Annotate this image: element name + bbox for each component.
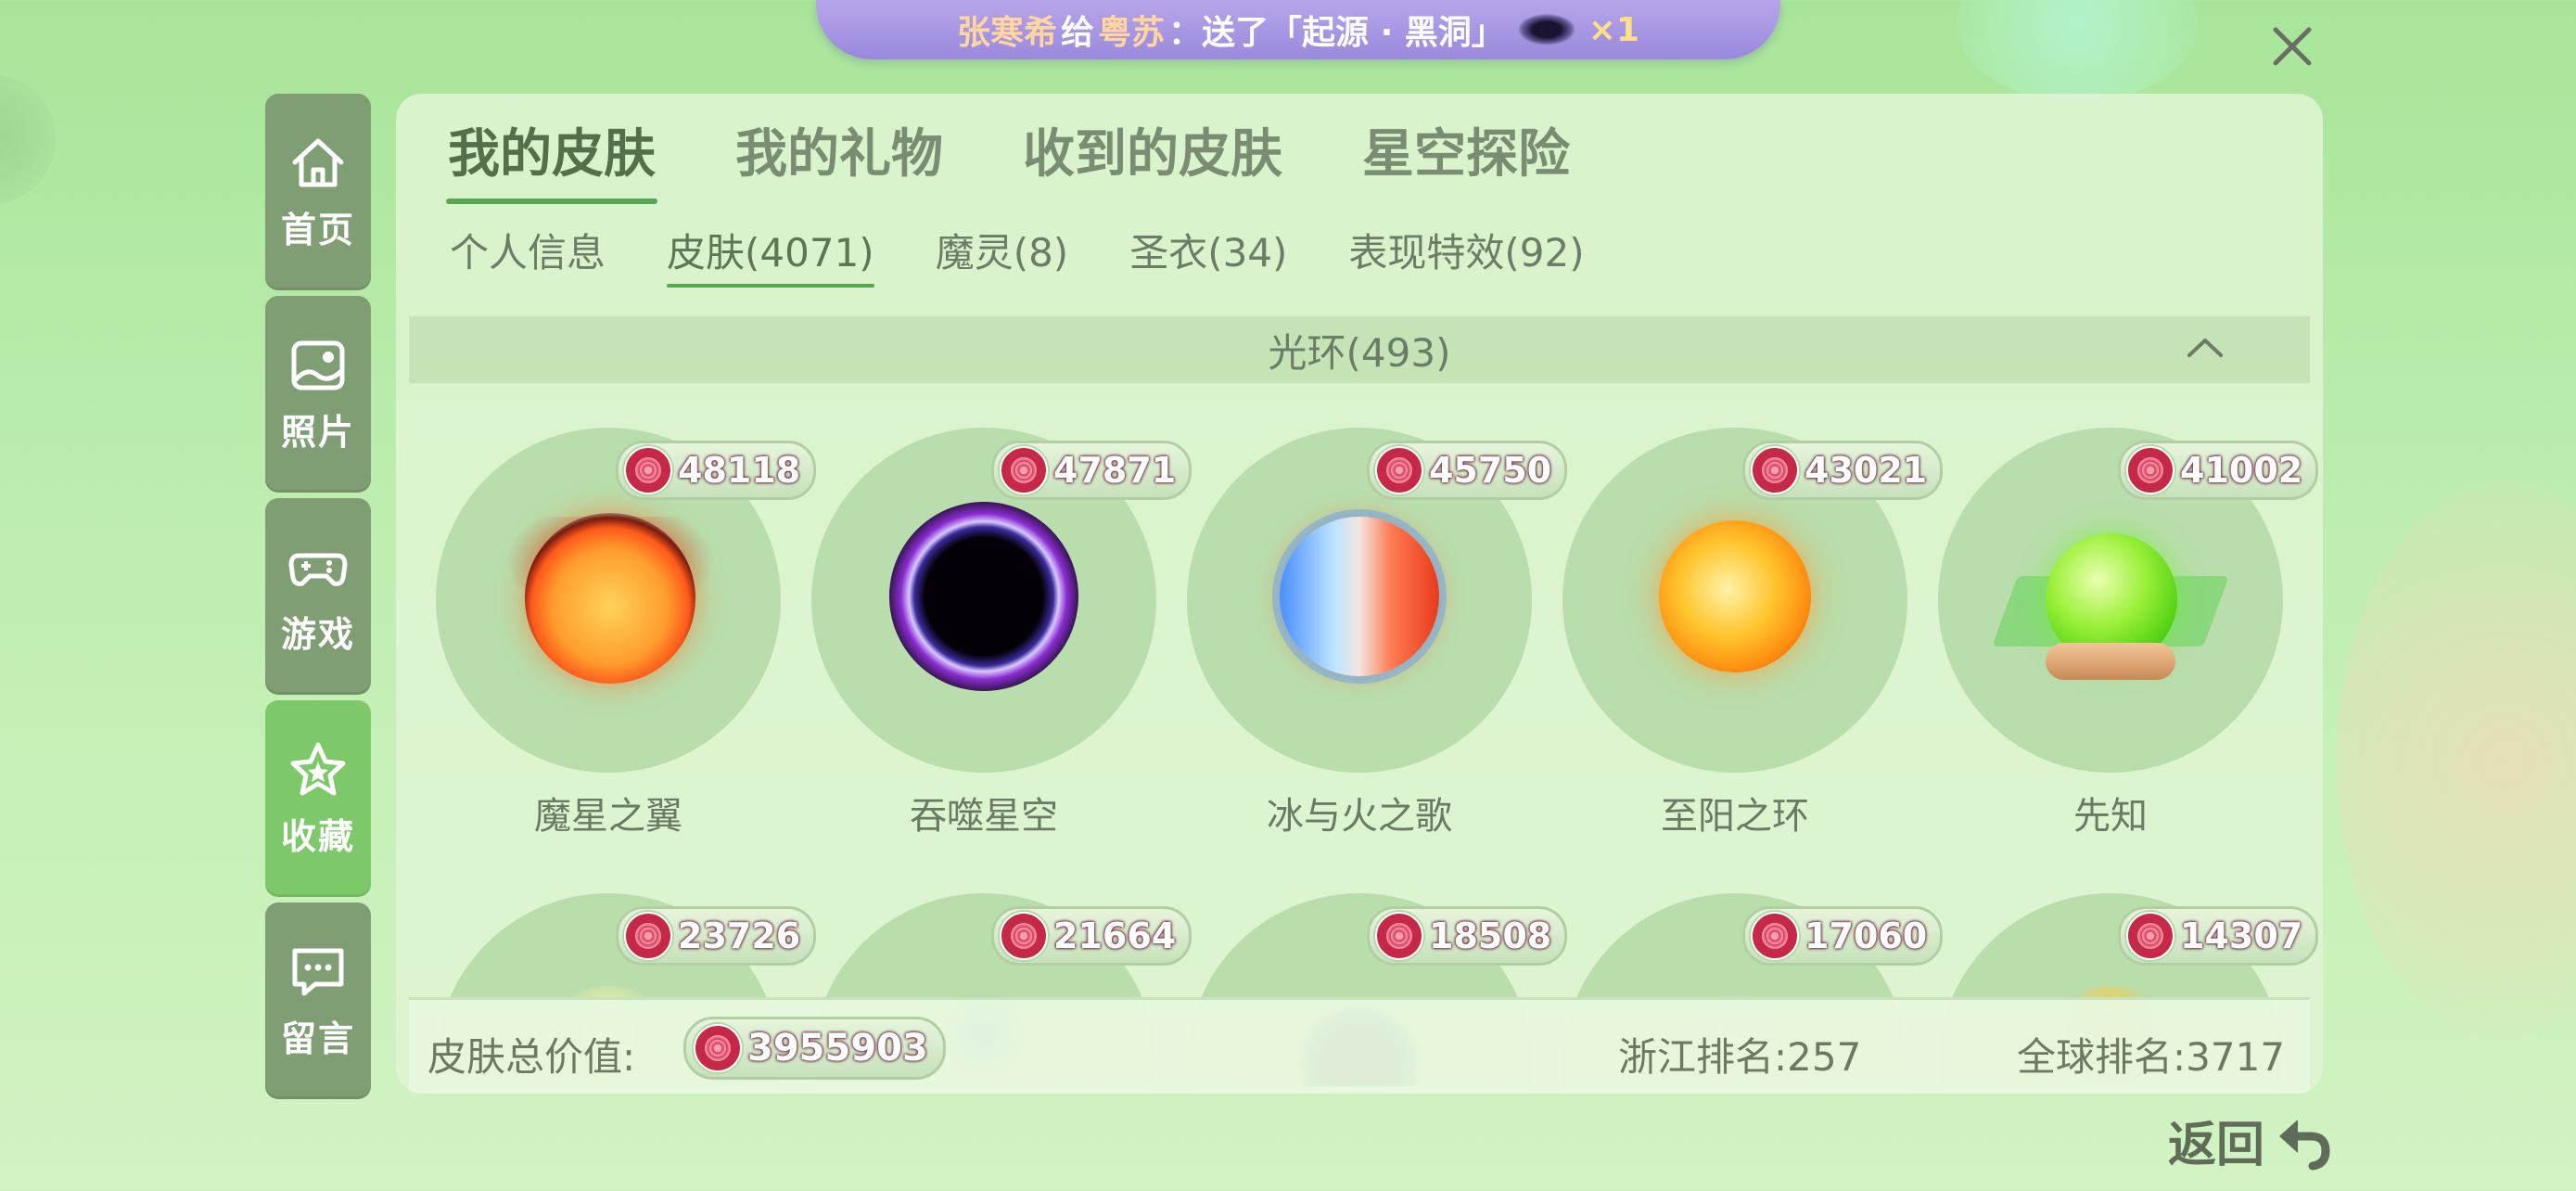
sidebar: 首页 照片 游戏 收藏 留言: [265, 94, 371, 1105]
sidebar-item-messages[interactable]: 留言: [265, 903, 371, 1099]
skin-price-badge: 18508: [1367, 906, 1568, 966]
sidebar-item-label: 留言: [280, 1018, 355, 1059]
subtab-profile[interactable]: 个人信息: [450, 222, 606, 278]
skin-price: 45750: [1429, 450, 1552, 491]
candy-icon: [1000, 446, 1048, 494]
total-value-label: 皮肤总价值:: [427, 1034, 636, 1080]
main-panel: 我的皮肤 我的礼物 收到的皮肤 星空探险 个人信息 皮肤(4071) 魔灵(8)…: [396, 94, 2323, 1094]
tab-star-adventure[interactable]: 星空探险: [1362, 112, 1570, 187]
candy-icon: [2126, 912, 2174, 960]
tab-received-skins[interactable]: 收到的皮肤: [1023, 112, 1282, 187]
tab-my-gifts[interactable]: 我的礼物: [735, 112, 943, 187]
skin-price: 41002: [2180, 450, 2303, 491]
skin-price: 21664: [1053, 916, 1177, 956]
skin-name: 先知: [2073, 795, 2148, 838]
candy-icon: [1751, 912, 1799, 960]
close-icon: [2273, 27, 2312, 66]
skin-price: 14307: [2180, 916, 2303, 956]
skin-price-badge: 17060: [1742, 906, 1944, 966]
skin-art: [1280, 517, 1439, 676]
sidebar-item-label: 收藏: [280, 815, 355, 857]
skin-price-badge: 23726: [616, 906, 817, 966]
skin-name: 吞噬星空: [910, 795, 1058, 838]
photo-icon: [291, 340, 345, 390]
skin-art: [525, 513, 695, 684]
province-rank: 浙江排名:257: [1618, 1034, 1862, 1080]
section-header-halo[interactable]: 光环(493): [409, 316, 2310, 383]
skin-price: 48118: [678, 450, 801, 491]
background-glow: [0, 74, 56, 204]
background-glow: [1957, 0, 2198, 102]
section-title: 光环(493): [1268, 329, 1451, 376]
skin-price: 18508: [1429, 916, 1552, 956]
sidebar-item-home[interactable]: 首页: [265, 94, 371, 290]
skin-name: 魔星之翼: [534, 795, 682, 838]
skin-price-badge: 48118: [616, 441, 817, 500]
candy-icon: [1751, 446, 1799, 494]
skin-price: 17060: [1804, 916, 1928, 956]
return-arrow-icon: [2279, 1119, 2330, 1170]
back-label: 返回: [2168, 1118, 2265, 1173]
star-icon: [290, 742, 346, 795]
close-button[interactable]: [2263, 17, 2322, 76]
skin-price-badge: 47871: [991, 441, 1192, 500]
skin-price: 23726: [678, 916, 801, 956]
candy-icon: [624, 446, 672, 494]
skin-price-badge: 14307: [2118, 906, 2319, 966]
gamepad-icon: [288, 553, 348, 586]
sidebar-item-label: 游戏: [280, 613, 355, 655]
skin-art: [1659, 520, 1811, 672]
message-icon: [292, 948, 344, 995]
banner-action: ：送了「起源 · 黑洞」: [1168, 14, 1505, 52]
skin-price: 43021: [1804, 450, 1928, 491]
banner-gave-word: 给: [1061, 14, 1095, 52]
candy-icon: [1375, 912, 1423, 960]
sidebar-item-favorites[interactable]: 收藏: [265, 700, 371, 897]
summary-footer: 皮肤总价值: 3955903 浙江排名:257 全球排名:3717: [409, 997, 2310, 1094]
sidebar-item-label: 首页: [280, 209, 355, 250]
skin-price-badge: 21664: [991, 906, 1192, 966]
candy-icon: [1000, 912, 1048, 960]
banner-receiver: 粤苏: [1098, 14, 1166, 52]
skin-price-badge: 41002: [2118, 441, 2319, 500]
candy-icon: [624, 912, 672, 960]
subtab-effects[interactable]: 表现特效(92): [1348, 222, 1584, 278]
gift-notification-banner: 张寒希 给 粤苏 ：送了「起源 · 黑洞」 ×1: [816, 0, 1780, 59]
sub-tabs: 个人信息 皮肤(4071) 魔灵(8) 圣衣(34) 表现特效(92): [450, 222, 1646, 288]
banner-count: ×1: [1588, 10, 1639, 49]
skin-art: [889, 502, 1078, 691]
black-hole-gift-icon: [1517, 14, 1575, 45]
background-glow: [2337, 482, 2576, 1039]
banner-sender: 张寒希: [956, 14, 1057, 52]
back-button[interactable]: 返回: [2168, 1106, 2335, 1175]
total-value-badge: 3955903: [683, 1017, 946, 1080]
subtab-armor[interactable]: 圣衣(34): [1129, 222, 1287, 278]
skin-price-badge: 45750: [1367, 441, 1568, 500]
tab-my-skins[interactable]: 我的皮肤: [446, 112, 657, 204]
skin-name: 至阳之环: [1661, 795, 1809, 838]
top-tabs: 我的皮肤 我的礼物 收到的皮肤 星空探险: [446, 112, 1650, 204]
sidebar-item-photos[interactable]: 照片: [265, 296, 371, 493]
candy-icon: [694, 1024, 742, 1072]
candy-icon: [1375, 446, 1423, 494]
sidebar-item-games[interactable]: 游戏: [265, 498, 371, 695]
candy-icon: [2126, 446, 2174, 494]
skin-grid: 48118 魔星之翼 47871 吞噬星空 45750 冰与火之歌 43021 …: [396, 428, 2323, 1086]
skin-art-hand: [2046, 643, 2175, 680]
chevron-up-icon[interactable]: [2184, 333, 2226, 361]
subtab-skins[interactable]: 皮肤(4071): [667, 222, 874, 288]
total-value: 3955903: [747, 1027, 928, 1069]
subtab-spirits[interactable]: 魔灵(8): [936, 222, 1069, 278]
global-rank: 全球排名:3717: [2017, 1034, 2286, 1080]
skin-price: 47871: [1053, 450, 1177, 491]
sidebar-item-label: 照片: [280, 411, 355, 453]
skin-name: 冰与火之歌: [1267, 795, 1452, 838]
skin-price-badge: 43021: [1742, 441, 1944, 500]
home-icon: [292, 138, 344, 186]
